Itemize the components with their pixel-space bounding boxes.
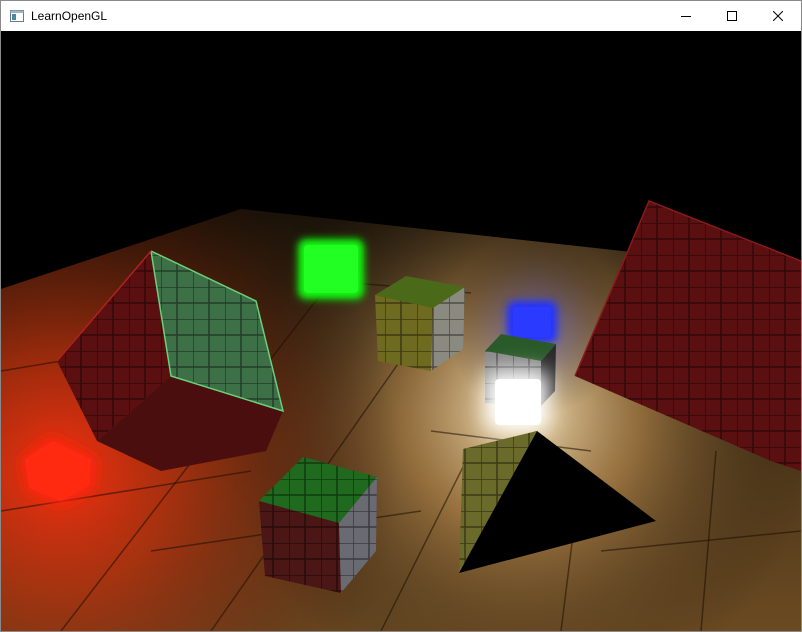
maximize-button[interactable]	[709, 1, 755, 31]
light-cube-green	[298, 239, 364, 299]
window-title: LearnOpenGL	[31, 9, 108, 23]
light-cube-white	[485, 371, 549, 431]
rendered-scene	[1, 113, 801, 631]
window-app-icon	[10, 10, 24, 22]
maximize-icon	[727, 11, 737, 21]
title-bar[interactable]: LearnOpenGL	[1, 1, 801, 31]
close-icon	[773, 11, 783, 21]
close-button[interactable]	[755, 1, 801, 31]
minimize-icon	[681, 16, 691, 17]
minimize-button[interactable]	[663, 1, 709, 31]
app-window: LearnOpenGL	[0, 0, 802, 632]
opengl-viewport[interactable]	[1, 31, 801, 631]
crate-yellow	[375, 276, 465, 371]
